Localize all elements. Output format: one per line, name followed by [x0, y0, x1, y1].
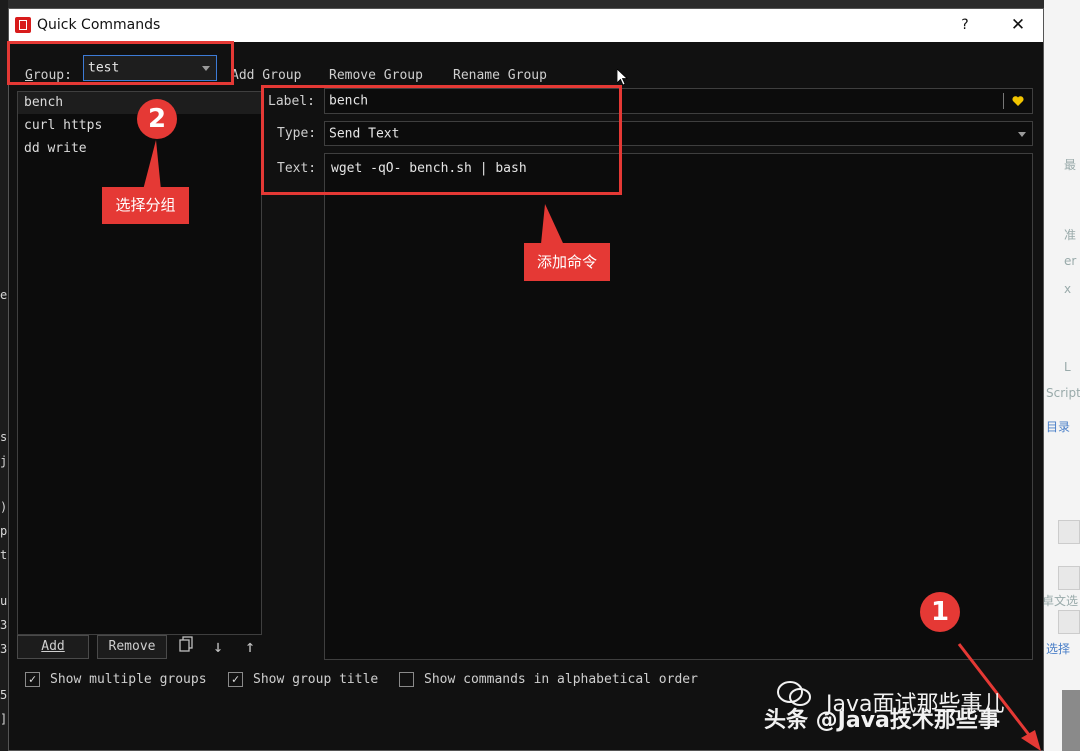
background-control [1058, 610, 1080, 634]
background-text: 3 [0, 618, 8, 632]
background-text: L [1064, 360, 1071, 374]
background-text: 卓文选 [1042, 594, 1079, 608]
background-text: er [1064, 254, 1077, 268]
background-right-panel: 最 准 er x L Script 目录 卓文选 选择 [1042, 0, 1080, 751]
background-control [1058, 520, 1080, 544]
input-divider [1003, 93, 1004, 109]
add-group-button[interactable]: Add Group [231, 68, 301, 83]
remove-command-button[interactable]: Remove [97, 635, 167, 659]
alphabetical-order-checkbox[interactable] [399, 672, 414, 687]
mouse-cursor-icon [617, 69, 629, 86]
background-link: 选择 [1046, 642, 1071, 656]
annotation-box-editor [261, 85, 622, 195]
background-text: 最 [1064, 158, 1077, 172]
background-left-panel: e s j ) p t u 3 3 5 ] [0, 0, 8, 751]
background-text: 3 [0, 642, 8, 656]
background-link: 目录 [1046, 420, 1071, 434]
alphabetical-order-label: Show commands in alphabetical order [424, 672, 698, 687]
remove-group-button[interactable]: Remove Group [329, 68, 423, 83]
background-text: ] [0, 712, 8, 726]
background-text: 5 [0, 688, 8, 702]
annotation-pointer [143, 140, 161, 190]
arrow-down-icon[interactable]: ↓ [207, 636, 229, 658]
background-text: j [0, 454, 8, 468]
watermark-line-2: 头条 @Java技术那些事 [764, 708, 1000, 733]
background-text: 准 [1064, 228, 1077, 242]
arrow-up-icon[interactable]: ↑ [239, 636, 261, 658]
heart-icon[interactable] [1012, 95, 1024, 107]
annotation-callout-group: 选择分组 [102, 187, 189, 224]
background-text: s [0, 430, 8, 444]
annotation-box-group [7, 41, 234, 85]
background-text: t [0, 548, 8, 562]
background-control [1058, 566, 1080, 590]
show-group-title-label: Show group title [253, 672, 379, 687]
title-bar: Quick Commands ? ✕ [9, 9, 1043, 42]
window-title: Quick Commands [37, 17, 161, 33]
background-scrollbar-thumb[interactable] [1062, 690, 1080, 751]
show-multiple-groups-label: Show multiple groups [50, 672, 207, 687]
background-text: e [0, 288, 8, 302]
background-text: p [0, 524, 8, 538]
background-text: Script [1046, 386, 1080, 400]
background-text: ) [0, 500, 8, 514]
app-icon [15, 17, 31, 33]
help-button[interactable]: ? [951, 14, 979, 36]
annotation-callout-command: 添加命令 [524, 243, 610, 281]
close-button[interactable]: ✕ [1004, 14, 1032, 36]
annotation-badge-1: 1 [920, 592, 960, 632]
show-group-title-checkbox[interactable]: ✓ [228, 672, 243, 687]
add-command-button[interactable]: Add [17, 635, 89, 659]
show-multiple-groups-checkbox[interactable]: ✓ [25, 672, 40, 687]
background-text: x [1064, 282, 1072, 296]
text-input[interactable]: wget -qO- bench.sh | bash [324, 153, 1033, 660]
annotation-badge-2: 2 [137, 99, 177, 139]
rename-group-button[interactable]: Rename Group [453, 68, 547, 83]
background-text: u [0, 594, 8, 608]
chevron-down-icon [1018, 131, 1026, 137]
duplicate-icon[interactable] [175, 636, 197, 658]
